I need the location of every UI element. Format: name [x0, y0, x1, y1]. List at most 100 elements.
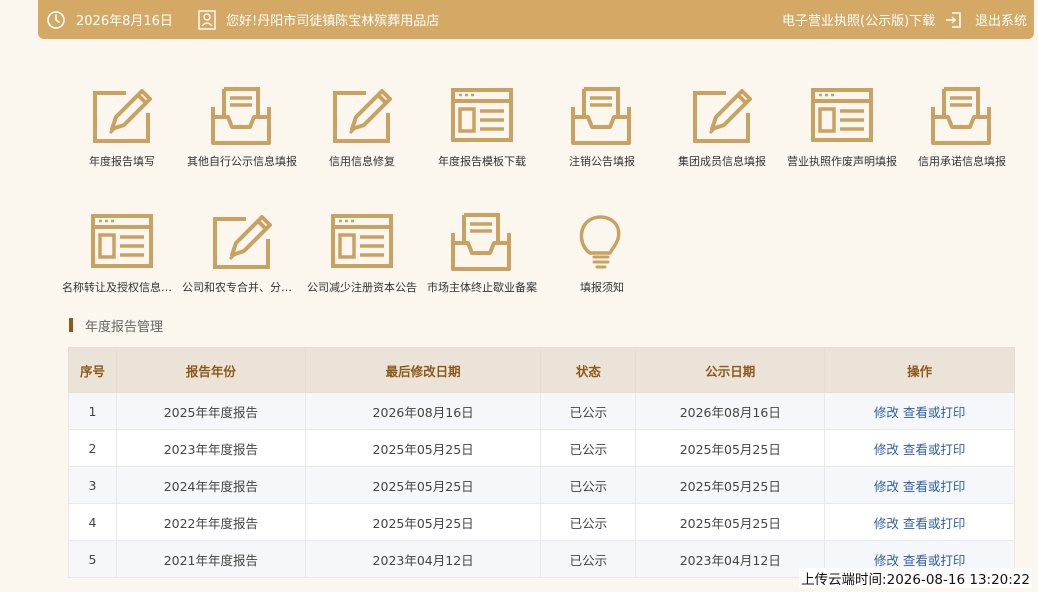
edit-icon [327, 85, 397, 147]
cell-status: 已公示 [540, 429, 637, 467]
annual-report-table: 序号 报告年份 最后修改日期 状态 公示日期 操作 1 2025年年度报告 2026… [68, 347, 1015, 578]
template-icon [807, 85, 877, 147]
menu-tile-label: 信用信息修复 [329, 155, 395, 168]
inbox-icon [567, 85, 637, 147]
col-header-actions: 操作 [824, 347, 1015, 393]
cell-no: 3 [68, 466, 117, 504]
edit-link[interactable]: 修改 [874, 442, 899, 457]
col-header-no: 序号 [68, 347, 117, 393]
cell-no: 5 [68, 540, 117, 578]
table-header-row: 序号 报告年份 最后修改日期 状态 公示日期 操作 [68, 347, 1015, 393]
menu-tile[interactable]: 公司和农专合并、分立公告 [182, 211, 302, 311]
cell-modified: 2025年05月25日 [304, 429, 542, 467]
menu-tile[interactable]: 信用信息修复 [302, 85, 422, 185]
menu-tile[interactable]: 信用承诺信息填报 [902, 85, 1022, 185]
cell-actions: 修改 查看或打印 [824, 466, 1015, 504]
cell-no: 2 [68, 429, 117, 467]
edit-link[interactable]: 修改 [874, 405, 899, 420]
cell-actions: 修改 查看或打印 [824, 392, 1015, 430]
menu-tile[interactable]: 公司减少注册资本公告 [302, 211, 422, 311]
cell-modified: 2025年05月25日 [304, 466, 542, 504]
user-icon [198, 9, 216, 30]
edit-link[interactable]: 修改 [874, 516, 899, 531]
logout-label: 退出系统 [975, 14, 1028, 29]
menu-tile[interactable]: 其他自行公示信息填报 [182, 85, 302, 185]
menu-tile[interactable]: 年度报告填写 [62, 85, 182, 185]
template-icon [87, 211, 157, 273]
menu-tile-label: 年度报告模板下载 [438, 155, 526, 168]
license-download-label: 电子营业执照(公示版)下载 [782, 14, 936, 29]
inbox-icon [207, 85, 277, 147]
cell-published: 2025年05月25日 [635, 429, 826, 467]
logout-icon [946, 11, 961, 28]
col-header-year: 报告年份 [115, 347, 306, 393]
lightbulb-icon [567, 211, 637, 273]
menu-tile[interactable]: 名称转让及授权信息填报 [62, 211, 182, 311]
table-row: 2 2023年年度报告 2025年05月25日 已公示 2025年05月25日 修改 查看或… [68, 429, 1015, 467]
menu-tile-label: 信用承诺信息填报 [918, 155, 1006, 168]
table-row: 4 2022年年度报告 2025年05月25日 已公示 2025年05月25日 修改 查看或… [68, 503, 1015, 541]
current-date: 2026年8月16日 [76, 14, 173, 29]
menu-tile[interactable]: 营业执照作废声明填报 [782, 85, 902, 185]
table-row: 3 2024年年度报告 2025年05月25日 已公示 2025年05月25日 修改 查看或… [68, 466, 1015, 504]
cell-year: 2023年年度报告 [115, 429, 306, 467]
cell-year: 2025年年度报告 [115, 392, 306, 430]
logout-button[interactable]: 退出系统 [945, 0, 1027, 39]
cell-modified: 2025年05月25日 [304, 503, 542, 541]
template-icon [447, 85, 517, 147]
menu-tile-label: 其他自行公示信息填报 [187, 155, 297, 168]
date-display: 2026年8月16日 [46, 0, 173, 39]
edit-icon [687, 85, 757, 147]
license-download-link[interactable]: 电子营业执照(公示版)下载 [782, 0, 935, 39]
cell-status: 已公示 [540, 540, 637, 578]
title-bar-marker [69, 318, 73, 332]
col-header-status: 状态 [540, 347, 637, 393]
cell-status: 已公示 [540, 503, 637, 541]
menu-tile-label: 名称转让及授权信息填报 [62, 281, 182, 294]
cell-published: 2023年04月12日 [635, 540, 826, 578]
menu-tile-label: 注销公告填报 [569, 155, 635, 168]
menu-tile[interactable]: 年度报告模板下载 [422, 85, 542, 185]
inbox-icon [927, 85, 997, 147]
menu-tile-label: 填报须知 [580, 281, 624, 294]
menu-tile[interactable]: 填报须知 [542, 211, 662, 311]
cell-modified: 2023年04月12日 [304, 540, 542, 578]
cell-actions: 修改 查看或打印 [824, 503, 1015, 541]
edit-icon [87, 85, 157, 147]
cell-status: 已公示 [540, 466, 637, 504]
edit-icon [207, 211, 277, 273]
cell-published: 2026年08月16日 [635, 392, 826, 430]
cell-actions: 修改 查看或打印 [824, 429, 1015, 467]
view-print-link[interactable]: 查看或打印 [903, 405, 966, 420]
menu-tile-label: 公司和农专合并、分立公告 [182, 281, 302, 294]
cell-year: 2022年年度报告 [115, 503, 306, 541]
cell-status: 已公示 [540, 392, 637, 430]
cell-year: 2024年年度报告 [115, 466, 306, 504]
clock-icon [47, 10, 65, 29]
section-title-text: 年度报告管理 [85, 319, 164, 335]
menu-tile[interactable]: 集团成员信息填报 [662, 85, 782, 185]
view-print-link[interactable]: 查看或打印 [903, 479, 966, 494]
cell-modified: 2026年08月16日 [304, 392, 542, 430]
menu-tile-label: 市场主体终止歇业备案 [427, 281, 537, 294]
edit-link[interactable]: 修改 [874, 479, 899, 494]
menu-tile-label: 营业执照作废声明填报 [787, 155, 897, 168]
menu-tile-label: 年度报告填写 [89, 155, 155, 168]
cell-published: 2025年05月25日 [635, 466, 826, 504]
top-bar: 2026年8月16日 您好!丹阳市司徒镇陈宝林殡葬用品店 电子营业执照(公示版)… [38, 0, 1034, 39]
view-print-link[interactable]: 查看或打印 [903, 516, 966, 531]
greeting-text: 您好!丹阳市司徒镇陈宝林殡葬用品店 [226, 14, 440, 29]
template-icon [327, 211, 397, 273]
edit-link[interactable]: 修改 [874, 553, 899, 568]
view-print-link[interactable]: 查看或打印 [903, 442, 966, 457]
menu-tile[interactable]: 市场主体终止歇业备案 [422, 211, 542, 311]
view-print-link[interactable]: 查看或打印 [903, 553, 966, 568]
col-header-modified: 最后修改日期 [304, 347, 542, 393]
upload-time: 上传云端时间:2026-08-16 13:20:22 [799, 568, 1032, 588]
inbox-icon [447, 211, 517, 273]
table-row: 1 2025年年度报告 2026年08月16日 已公示 2026年08月16日 修改 查看或… [68, 392, 1015, 430]
cell-year: 2021年年度报告 [115, 540, 306, 578]
section-title: 年度报告管理 [69, 316, 164, 335]
menu-tile[interactable]: 注销公告填报 [542, 85, 662, 185]
menu-tile-label: 集团成员信息填报 [678, 155, 766, 168]
